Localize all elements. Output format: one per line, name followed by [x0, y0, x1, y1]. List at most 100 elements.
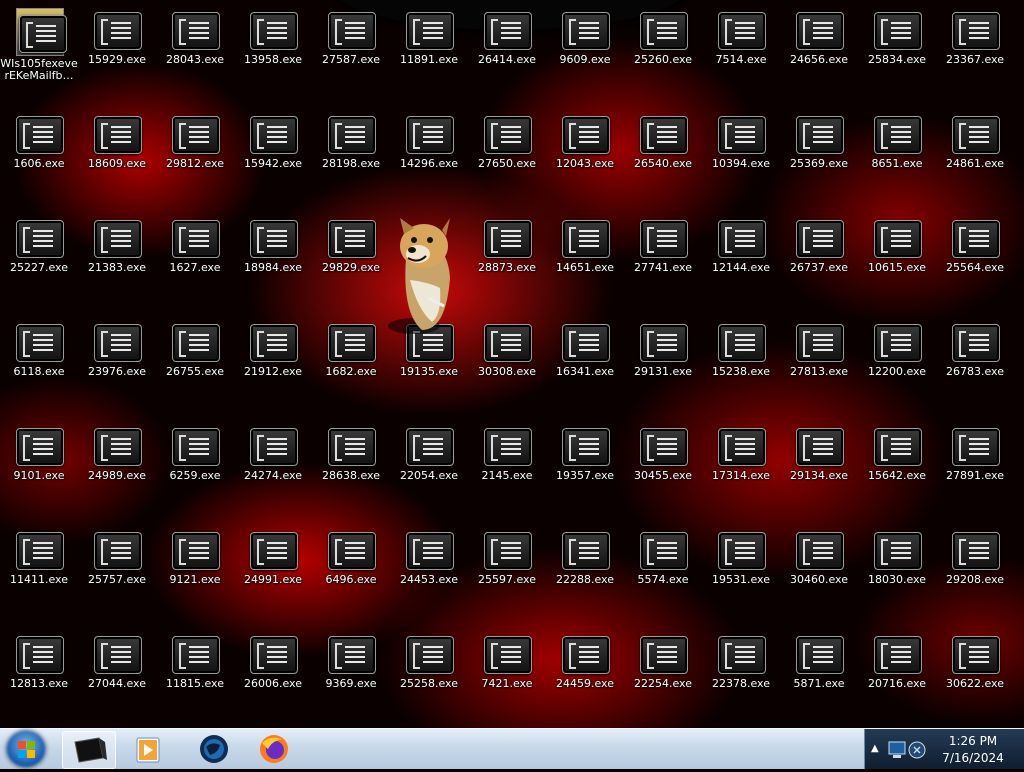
desktop-icon-exe[interactable]: 9121.exe	[156, 520, 234, 610]
desktop-icon-exe[interactable]: 26006.exe	[234, 624, 312, 714]
desktop-icon-exe[interactable]: 15942.exe	[234, 104, 312, 194]
desktop-icon-exe[interactable]: 29829.exe	[312, 208, 390, 298]
desktop-icon-exe[interactable]: 22054.exe	[390, 416, 468, 506]
desktop-icon-exe[interactable]: 24459.exe	[546, 624, 624, 714]
taskbar-browser-button[interactable]	[188, 731, 240, 767]
desktop-icon-exe[interactable]: 5871.exe	[780, 624, 858, 714]
desktop-icon-exe[interactable]: 30622.exe	[936, 624, 1014, 714]
desktop-icon-exe[interactable]: 10615.exe	[858, 208, 936, 298]
desktop-icon-exe[interactable]: 16341.exe	[546, 312, 624, 402]
desktop-icon-exe[interactable]: 29812.exe	[156, 104, 234, 194]
desktop-icon-exe[interactable]: 5574.exe	[624, 520, 702, 610]
desktop-icon-exe[interactable]: 23367.exe	[936, 0, 1014, 90]
taskbar-media-player-button[interactable]	[122, 731, 174, 767]
desktop-icon-exe[interactable]: 26737.exe	[780, 208, 858, 298]
desktop-icon-exe[interactable]: 10394.exe	[702, 104, 780, 194]
desktop-icon-exe[interactable]: 8651.exe	[858, 104, 936, 194]
desktop-icon-exe[interactable]: 18609.exe	[78, 104, 156, 194]
desktop-icon-exe[interactable]: 12144.exe	[702, 208, 780, 298]
desktop-icon-exe[interactable]: 9369.exe	[312, 624, 390, 714]
desktop-icon-exe[interactable]: 25258.exe	[390, 624, 468, 714]
desktop-icon-exe[interactable]: 29208.exe	[936, 520, 1014, 610]
desktop-icon-exe[interactable]: 24656.exe	[780, 0, 858, 90]
clock-date[interactable]: 7/16/2024	[930, 751, 1016, 765]
desktop-icon-exe[interactable]: 12813.exe	[0, 624, 78, 714]
desktop-icon-exe[interactable]: 25260.exe	[624, 0, 702, 90]
desktop-icon-exe[interactable]: 22378.exe	[702, 624, 780, 714]
desktop-icon-exe[interactable]: 11411.exe	[0, 520, 78, 610]
desktop-icon-exe[interactable]: 25757.exe	[78, 520, 156, 610]
desktop-icon-exe[interactable]: 25369.exe	[780, 104, 858, 194]
desktop-icon-exe[interactable]: 27587.exe	[312, 0, 390, 90]
desktop-icon-exe[interactable]: 19357.exe	[546, 416, 624, 506]
desktop-icon-exe[interactable]: 20716.exe	[858, 624, 936, 714]
desktop-icon-exe[interactable]: 2145.exe	[468, 416, 546, 506]
desktop-icon-exe[interactable]: 25834.exe	[858, 0, 936, 90]
taskbar-terminal-button[interactable]	[62, 731, 116, 769]
desktop-icon-exe[interactable]: 27044.exe	[78, 624, 156, 714]
desktop-icon-exe[interactable]: 22288.exe	[546, 520, 624, 610]
taskbar-firefox-button[interactable]	[248, 731, 300, 767]
desktop-icon-exe[interactable]: 7421.exe	[468, 624, 546, 714]
desktop-icon-exe[interactable]: 1606.exe	[0, 104, 78, 194]
desktop-icon-exe[interactable]: 7514.exe	[702, 0, 780, 90]
desktop-icon-exe[interactable]: 30455.exe	[624, 416, 702, 506]
desktop-icon-exe[interactable]: 1682.exe	[312, 312, 390, 402]
desktop-icon-exe[interactable]: 19531.exe	[702, 520, 780, 610]
desktop-icon-exe[interactable]: 6259.exe	[156, 416, 234, 506]
desktop-icon-exe[interactable]: 18984.exe	[234, 208, 312, 298]
desktop-icon-exe[interactable]: 15929.exe	[78, 0, 156, 90]
desktop-icon-exe[interactable]: 12200.exe	[858, 312, 936, 402]
desktop-icon-exe[interactable]: 25597.exe	[468, 520, 546, 610]
desktop-icon-exe[interactable]: 15642.exe	[858, 416, 936, 506]
desktop-icon-exe[interactable]: 12043.exe	[546, 104, 624, 194]
desktop-icon-exe[interactable]: 15238.exe	[702, 312, 780, 402]
desktop-icon-exe[interactable]: 24453.exe	[390, 520, 468, 610]
desktop-icon-exe[interactable]: 27813.exe	[780, 312, 858, 402]
desktop-icon-exe[interactable]: 26783.exe	[936, 312, 1014, 402]
desktop-icon-exe[interactable]: 11891.exe	[390, 0, 468, 90]
desktop-icon-exe[interactable]: 26755.exe	[156, 312, 234, 402]
desktop-icon-exe[interactable]: 9101.exe	[0, 416, 78, 506]
desktop-icon-label: 29829.exe	[321, 261, 380, 274]
desktop-icon-exe[interactable]: 28873.exe	[468, 208, 546, 298]
desktop-icon-exe[interactable]: 25227.exe	[0, 208, 78, 298]
desktop-icon-exe[interactable]: 11815.exe	[156, 624, 234, 714]
desktop-icon-exe[interactable]: 21383.exe	[78, 208, 156, 298]
desktop-icon-exe[interactable]: 24991.exe	[234, 520, 312, 610]
desktop-icon-exe[interactable]: 25564.exe	[936, 208, 1014, 298]
desktop-icon-exe[interactable]: 22254.exe	[624, 624, 702, 714]
clock-time[interactable]: 1:26 PM	[930, 734, 1016, 748]
desktop-icon-exe[interactable]: 14651.exe	[546, 208, 624, 298]
desktop-icon-exe[interactable]: 24989.exe	[78, 416, 156, 506]
desktop-icon-exe[interactable]: 30460.exe	[780, 520, 858, 610]
show-hidden-icons-button[interactable]: ▲	[871, 743, 879, 754]
desktop-icon-exe[interactable]: 28043.exe	[156, 0, 234, 90]
desktop-icon-exe[interactable]: 29134.exe	[780, 416, 858, 506]
start-button[interactable]	[6, 730, 46, 768]
desktop-icon-exe[interactable]: 26414.exe	[468, 0, 546, 90]
desktop-icon-exe[interactable]: 27741.exe	[624, 208, 702, 298]
desktop-icon-exe[interactable]: 1627.exe	[156, 208, 234, 298]
desktop-icon-exe[interactable]: 9609.exe	[546, 0, 624, 90]
network-icon[interactable]	[887, 739, 927, 761]
desktop-icon-exe[interactable]: 24861.exe	[936, 104, 1014, 194]
desktop-icon-exe[interactable]: 27891.exe	[936, 416, 1014, 506]
desktop-icon-label: 25834.exe	[867, 53, 926, 66]
desktop-icon-exe[interactable]: 30308.exe	[468, 312, 546, 402]
desktop-icon-exe[interactable]: 6118.exe	[0, 312, 78, 402]
desktop-icon-exe[interactable]: 18030.exe	[858, 520, 936, 610]
desktop-icon-exe[interactable]: 24274.exe	[234, 416, 312, 506]
desktop-icon-exe[interactable]: 21912.exe	[234, 312, 312, 402]
desktop-icon-exe[interactable]: 29131.exe	[624, 312, 702, 402]
desktop-icon-exe[interactable]: 23976.exe	[78, 312, 156, 402]
desktop-icon-exe[interactable]: 28198.exe	[312, 104, 390, 194]
desktop-icon-exe[interactable]: 28638.exe	[312, 416, 390, 506]
desktop-icon-document[interactable]: WIs105fexeve rEKeMailfb…	[0, 0, 78, 90]
desktop-icon-exe[interactable]: 27650.exe	[468, 104, 546, 194]
desktop-icon-exe[interactable]: 17314.exe	[702, 416, 780, 506]
desktop-icon-exe[interactable]: 26540.exe	[624, 104, 702, 194]
desktop-icon-exe[interactable]: 13958.exe	[234, 0, 312, 90]
desktop-icon-exe[interactable]: 14296.exe	[390, 104, 468, 194]
desktop-icon-exe[interactable]: 6496.exe	[312, 520, 390, 610]
